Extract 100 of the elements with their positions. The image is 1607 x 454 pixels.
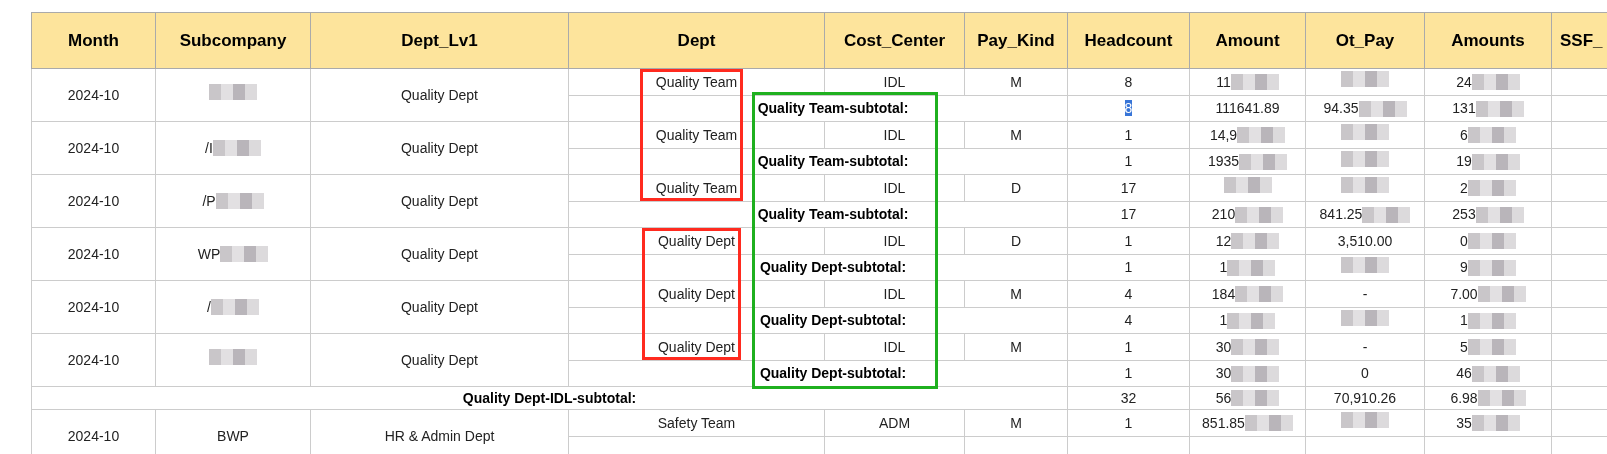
table-cell-text: Quality Dept-IDL-subtotal: — [462, 389, 637, 406]
table-cell-text: 0 — [1361, 364, 1369, 383]
table-cell-text: - — [1362, 337, 1368, 357]
table-cell-text: Quality Team-subtotal: — [757, 153, 909, 169]
table-cell-text: 2024-10 — [67, 298, 120, 315]
column-header: Pay_Kind — [977, 30, 1055, 50]
table-cell-text: Quality Dept-subtotal: — [759, 259, 907, 275]
column-header: Headcount — [1084, 30, 1173, 50]
table-cell-text: 8 — [1124, 73, 1133, 90]
table-cell-text: WP — [197, 244, 221, 264]
table-cell-text: 56 — [1215, 388, 1232, 408]
table-cell-text: 210 — [1211, 205, 1236, 224]
table-cell-text: Safety Team — [657, 414, 736, 431]
table-cell-text: HR & Admin Dept — [384, 427, 495, 444]
table-cell-text: 841.25 — [1319, 205, 1363, 224]
table-cell-text: BWP — [217, 426, 249, 446]
table-cell-text: Quality Dept — [657, 285, 735, 302]
table-cell-text: 12 — [1215, 231, 1232, 251]
table-cell-text: M — [1010, 338, 1022, 355]
table-cell-text: Quality Dept — [400, 245, 478, 262]
table-cell-text: 1 — [1124, 338, 1133, 355]
table-cell-text: M — [1010, 73, 1022, 90]
table-cell-text: 1 — [1124, 153, 1133, 169]
table-cell-text: 11 — [1216, 72, 1231, 92]
table-cell-text: Quality Team — [655, 179, 738, 196]
table-cell-text: - — [1362, 284, 1368, 304]
table-cell-text: Quality Dept — [400, 351, 478, 368]
table-cell-text: Quality Dept — [400, 192, 478, 209]
table-cell-text: Quality Dept — [657, 338, 735, 355]
table-cell-text: 5 — [1460, 337, 1468, 357]
table-cell-text: 35 — [1456, 413, 1472, 433]
table-cell-text: M — [1010, 414, 1022, 431]
column-header: Ot_Pay — [1335, 30, 1395, 50]
table-cell-text: 184 — [1211, 284, 1236, 304]
table-cell-text: D — [1010, 179, 1022, 196]
table-cell-text: 1 — [1219, 258, 1228, 277]
column-header: Dept — [677, 30, 716, 50]
column-header: Subcompany — [179, 30, 287, 50]
table-cell-text: M — [1010, 126, 1022, 143]
table-cell-text: 1935 — [1207, 152, 1240, 171]
table-cell-text: 111641.89 — [1215, 99, 1280, 118]
table-cell-text: 2 — [1460, 178, 1468, 198]
table-cell-text: 2024-10 — [67, 245, 120, 262]
column-header: Amount — [1215, 30, 1280, 50]
column-header: Cost_Center — [843, 30, 946, 50]
table-cell-text: 2024-10 — [67, 139, 120, 156]
table-cell-text: / — [207, 297, 211, 317]
table-cell-text: Quality Dept — [400, 86, 478, 103]
table-cell-text: /P — [202, 191, 216, 211]
table-cell-text: 6 — [1460, 125, 1468, 145]
table-cell-text: 24 — [1456, 72, 1472, 92]
table-cell-text: 1 — [1124, 126, 1133, 143]
table-cell-text: M — [1010, 285, 1022, 302]
table-cell-text: ADM — [878, 414, 911, 431]
table-cell-text: Quality Dept — [400, 139, 478, 156]
table-cell-text: 1 — [1124, 232, 1133, 249]
table-cell-text: 32 — [1120, 389, 1137, 406]
table-cell-text: 7.00 — [1450, 284, 1478, 304]
table-cell-text: Quality Team-subtotal: — [757, 100, 909, 116]
table-cell-text: IDL — [883, 338, 906, 355]
table-cell-text: /I — [205, 138, 213, 158]
table-cell-text: 30 — [1215, 364, 1232, 383]
table-cell-text: 2024-10 — [67, 86, 120, 103]
table-cell-text: IDL — [883, 126, 906, 143]
table-cell-text: 3,510.00 — [1337, 231, 1393, 251]
table-cell-text: Quality Dept-subtotal: — [759, 365, 907, 381]
table-cell-text: 253 — [1452, 205, 1476, 224]
table-cell-text: 851.85 — [1202, 413, 1245, 433]
table-cell-text: Quality Team — [655, 126, 738, 143]
table-cell-text: 70,910.26 — [1333, 388, 1397, 408]
table-cell-text: Quality Dept-subtotal: — [759, 312, 907, 328]
table-cell-text: 1 — [1124, 259, 1133, 275]
table-cell-text: 17 — [1120, 179, 1137, 196]
table-cell-text: 30 — [1215, 337, 1232, 357]
column-header: SSF_ — [1560, 30, 1603, 50]
table-cell-text: 0 — [1460, 231, 1468, 251]
table-cell-text: 14,9 — [1209, 125, 1238, 145]
table-cell-text: IDL — [883, 285, 906, 302]
table-cell-text: 1 — [1124, 365, 1133, 381]
table-cell-text: 94.35 — [1323, 99, 1359, 118]
table-cell-text: Quality Team-subtotal: — [757, 206, 909, 222]
column-header: Amounts — [1451, 30, 1525, 50]
table-cell-text: 6.98 — [1450, 388, 1478, 408]
table-cell-text: 2024-10 — [67, 351, 120, 368]
table-cell-text: 19 — [1456, 152, 1472, 171]
table-cell-text: IDL — [883, 232, 906, 249]
table-cell-text: 2024-10 — [67, 427, 120, 444]
table-cell-text: 2024-10 — [67, 192, 120, 209]
table-cell-text: 1 — [1460, 311, 1468, 330]
table-cell-text: 4 — [1124, 312, 1133, 328]
column-header: Dept_Lv1 — [401, 30, 478, 50]
table-cell-text: 4 — [1124, 285, 1133, 302]
table-cell-text: D — [1010, 232, 1022, 249]
table-cell-text: IDL — [883, 179, 906, 196]
table-cell-text: 1 — [1124, 414, 1133, 431]
table-cell-text: 8 — [1124, 100, 1133, 116]
table-cell-text: Quality Dept — [400, 298, 478, 315]
table-cell-text: 46 — [1456, 364, 1472, 383]
table-cell-text: 1 — [1219, 311, 1228, 330]
column-header: Month — [68, 30, 119, 50]
